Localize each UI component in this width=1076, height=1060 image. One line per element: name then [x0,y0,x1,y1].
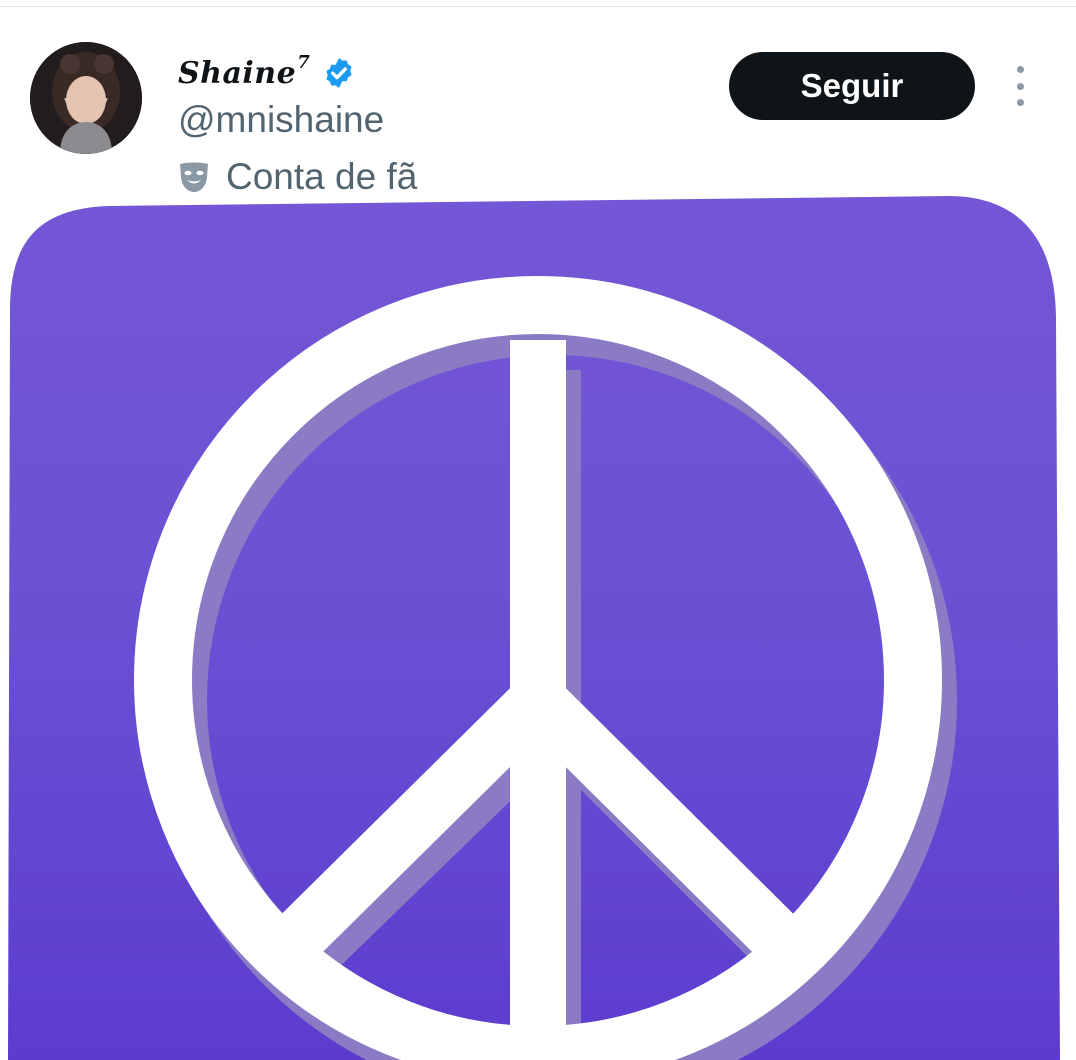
tweet-media-image[interactable] [0,0,1076,1060]
tweet-view: Shaine7 @mnishaine Conta de fã Seguir \ [0,0,1076,1060]
